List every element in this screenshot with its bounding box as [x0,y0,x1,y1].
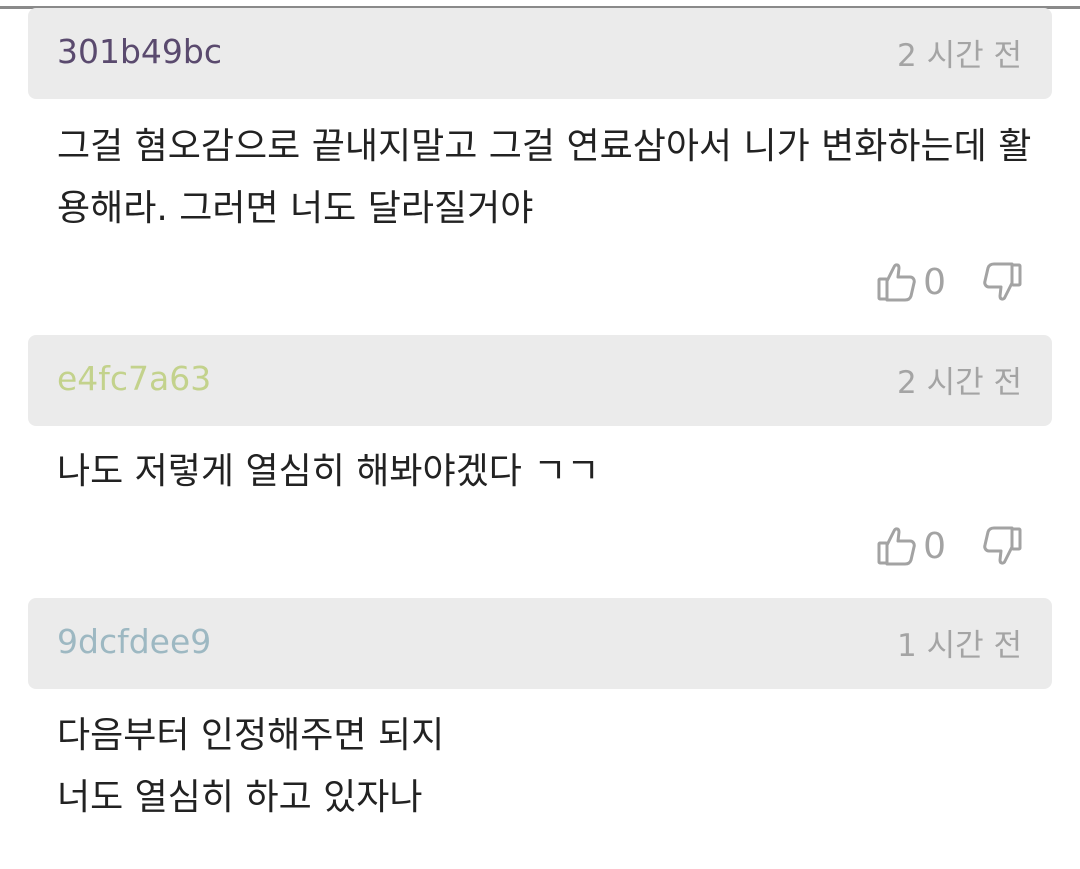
comment-timestamp: 2 시간 전 [897,38,1022,74]
comment-author[interactable]: e4fc7a63 [57,359,211,398]
comment-timestamp: 1 시간 전 [897,628,1022,664]
like-button[interactable]: 0 [877,525,982,567]
comment-reactions: 0 [877,522,1022,570]
dislike-button[interactable] [982,261,1022,303]
comment-text: 나도 저렇게 열심히 해봐야겠다 ㄱㄱ [57,451,600,492]
thumbs-down-icon [982,261,1022,303]
thumbs-up-icon [877,261,917,303]
comment-timestamp: 2 시간 전 [897,365,1022,401]
comment-header: e4fc7a63 2 시간 전 [28,335,1052,426]
comment-author[interactable]: 301b49bc [57,32,222,71]
comment-text: 그걸 혐오감으로 끝내지말고 그걸 연료삼아서 니가 변화하는데 활 용해라. … [57,126,1032,229]
thumbs-down-icon [982,525,1022,567]
comment-author[interactable]: 9dcfdee9 [57,622,211,661]
like-count: 0 [923,261,946,303]
thumbs-up-icon [877,525,917,567]
comment-reactions: 0 [877,258,1022,306]
comment-header: 301b49bc 2 시간 전 [28,8,1052,99]
dislike-button[interactable] [982,525,1022,567]
comment-header: 9dcfdee9 1 시간 전 [28,598,1052,689]
like-button[interactable]: 0 [877,261,982,303]
comment-text: 다음부터 인정해주면 되지 너도 열심히 하고 있자나 [57,715,445,818]
like-count: 0 [923,525,946,567]
